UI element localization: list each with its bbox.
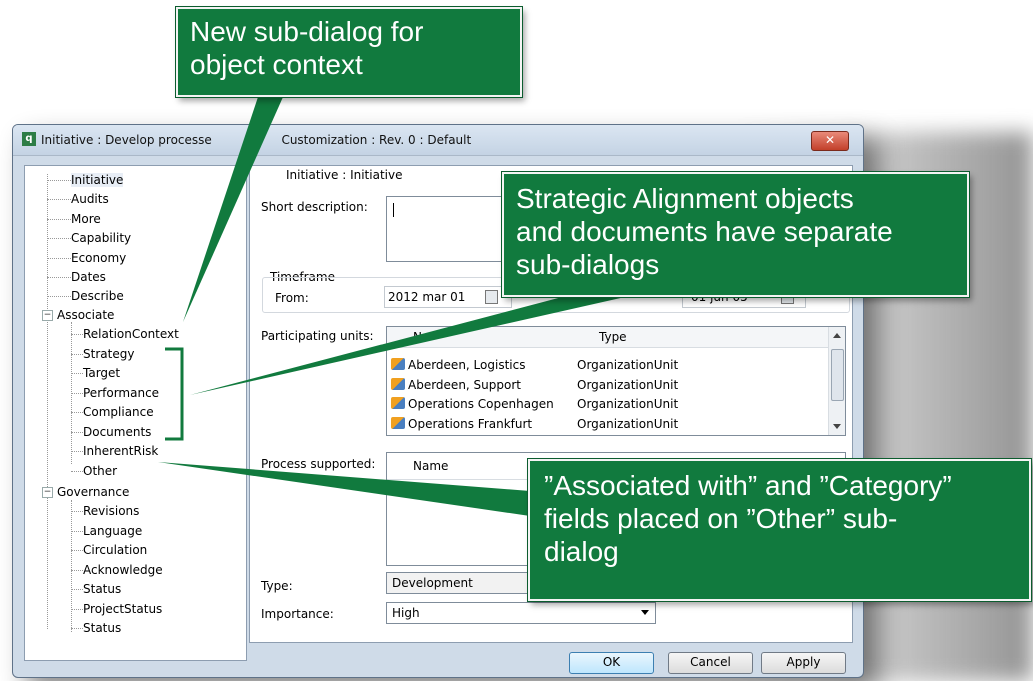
callout-line: Strategic Alignment objects [516,183,854,214]
callout-pointer-associated [158,462,530,516]
callout-line: dialog [544,536,619,567]
callout-associated-with: ”Associated with” and ”Category” fields … [528,459,1031,601]
callout-line: ”Associated with” and ”Category” [544,470,952,501]
callout-pointer-strategic [190,287,625,395]
callout-line: and documents have separate [516,216,893,247]
callout-line: New sub-dialog for [190,16,424,47]
callout-line: object context [190,49,363,80]
callout-new-subdialog: New sub-dialog for object context [176,7,522,97]
associate-bracket [165,347,184,441]
callout-pointer-new-subdialog [183,97,283,322]
callout-line: sub-dialogs [516,249,660,280]
callout-strategic-alignment: Strategic Alignment objects and document… [502,172,969,297]
callout-line: fields placed on ”Other” sub- [544,503,898,534]
